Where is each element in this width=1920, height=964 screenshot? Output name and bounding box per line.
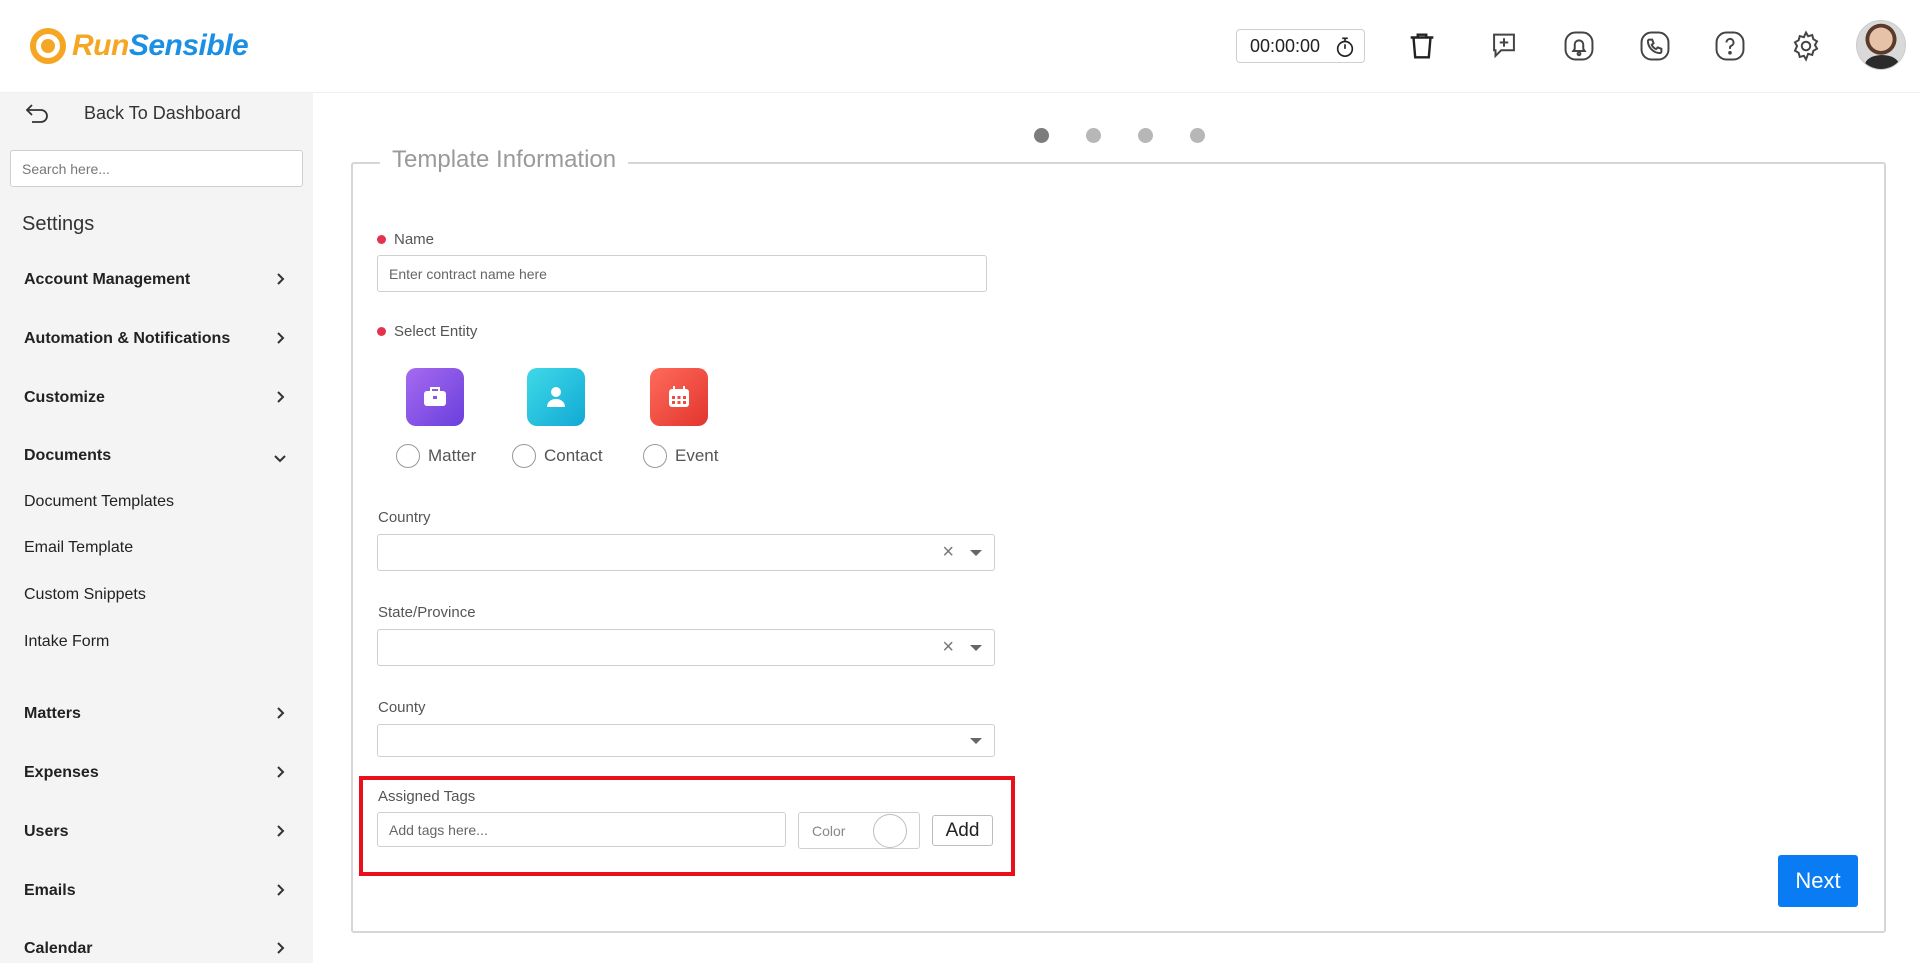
sidebar-item-label: Users xyxy=(24,823,69,840)
color-label: Color xyxy=(812,822,846,839)
chevron-right-icon xyxy=(277,391,285,403)
sidebar-item-documents[interactable]: Documents xyxy=(24,441,286,471)
event-radio[interactable] xyxy=(643,444,667,468)
sidebar-item-label: Expenses xyxy=(24,764,99,781)
select-entity-label: Select Entity xyxy=(377,323,478,340)
sidebar-item-label: Calendar xyxy=(24,940,93,957)
back-to-dashboard-label: Back To Dashboard xyxy=(84,102,241,123)
dropdown-caret-icon[interactable] xyxy=(970,738,982,744)
sidebar-item-automation-notifications[interactable]: Automation & Notifications xyxy=(24,324,285,354)
sidebar-subitem-custom-snippets[interactable]: Custom Snippets xyxy=(24,586,146,604)
matter-entity-tile[interactable] xyxy=(406,368,464,426)
state-label: State/Province xyxy=(378,604,476,621)
sidebar-item-users[interactable]: Users xyxy=(24,817,285,847)
runsensible-logo[interactable]: RunSensible xyxy=(30,28,249,64)
chevron-right-icon xyxy=(277,766,285,778)
dropdown-caret-icon[interactable] xyxy=(970,550,982,556)
person-icon xyxy=(547,387,565,407)
sidebar-item-label: Documents xyxy=(24,447,112,464)
settings-section-title: Settings xyxy=(22,213,95,235)
back-arrow-icon xyxy=(25,104,48,123)
sidebar-item-label: Customize xyxy=(24,389,105,406)
panel-legend: Template Information xyxy=(380,146,629,174)
contact-radio-label: Contact xyxy=(544,446,603,465)
gear-icon[interactable] xyxy=(1788,28,1824,64)
sidebar-item-expenses[interactable]: Expenses xyxy=(24,758,285,788)
assigned-tags-label: Assigned Tags xyxy=(378,788,476,805)
county-select[interactable] xyxy=(377,724,995,757)
sidebar-item-label: Matters xyxy=(24,705,81,722)
logo-mark-icon xyxy=(30,28,66,64)
calendar-icon xyxy=(669,386,689,407)
country-label: Country xyxy=(378,509,431,526)
chevron-right-icon xyxy=(277,884,285,896)
tag-color-picker[interactable]: Color xyxy=(798,812,920,849)
timer-display[interactable]: 00:00:00 xyxy=(1236,29,1365,63)
trash-icon[interactable] xyxy=(1404,28,1440,64)
sidebar-item-customize[interactable]: Customize xyxy=(24,383,285,413)
matter-radio-label: Matter xyxy=(428,446,477,465)
wizard-step-indicator xyxy=(1034,128,1205,143)
add-tag-button[interactable]: Add xyxy=(932,815,993,846)
required-indicator xyxy=(377,327,386,336)
chevron-right-icon xyxy=(277,707,285,719)
phone-icon[interactable] xyxy=(1637,28,1673,64)
settings-sidebar: Back To Dashboard Settings Account Manag… xyxy=(0,93,313,963)
wizard-step-dot[interactable] xyxy=(1034,128,1049,143)
sidebar-item-calendar[interactable]: Calendar xyxy=(24,934,285,964)
contact-radio[interactable] xyxy=(512,444,536,468)
sidebar-subitem-email-template[interactable]: Email Template xyxy=(24,539,133,557)
event-radio-option[interactable]: Event xyxy=(643,444,718,468)
help-icon[interactable] xyxy=(1712,28,1748,64)
top-bar: RunSensible 00:00:00 xyxy=(0,0,1920,93)
name-input[interactable] xyxy=(377,255,987,292)
sidebar-item-label: Emails xyxy=(24,882,76,899)
matter-radio[interactable] xyxy=(396,444,420,468)
bell-icon[interactable] xyxy=(1561,28,1597,64)
event-entity-tile[interactable] xyxy=(650,368,708,426)
color-swatch[interactable] xyxy=(873,814,907,848)
contact-radio-option[interactable]: Contact xyxy=(512,444,603,468)
chevron-right-icon xyxy=(277,332,285,344)
wizard-step-dot[interactable] xyxy=(1086,128,1101,143)
sidebar-item-label: Automation & Notifications xyxy=(24,330,231,347)
chevron-right-icon xyxy=(277,942,285,954)
next-button[interactable]: Next xyxy=(1778,855,1858,907)
dropdown-caret-icon[interactable] xyxy=(970,645,982,651)
country-select[interactable]: × xyxy=(377,534,995,571)
county-label: County xyxy=(378,699,426,716)
sidebar-item-matters[interactable]: Matters xyxy=(24,699,285,729)
sidebar-subitem-document-templates[interactable]: Document Templates xyxy=(24,493,174,511)
sidebar-item-account-management[interactable]: Account Management xyxy=(24,265,285,295)
chevron-down-icon xyxy=(274,455,286,463)
back-to-dashboard-link[interactable]: Back To Dashboard xyxy=(24,97,241,129)
sidebar-search-input[interactable] xyxy=(10,150,303,187)
clear-icon[interactable]: × xyxy=(942,637,954,657)
name-label-text: Name xyxy=(394,231,435,248)
event-radio-label: Event xyxy=(675,446,719,465)
sidebar-subitem-intake-form[interactable]: Intake Form xyxy=(24,633,109,651)
clear-icon[interactable]: × xyxy=(942,542,954,562)
stopwatch-icon[interactable] xyxy=(1334,36,1356,58)
timer-value: 00:00:00 xyxy=(1250,35,1321,56)
add-task-icon[interactable] xyxy=(1486,28,1522,64)
required-indicator xyxy=(377,235,386,244)
name-label: Name xyxy=(377,231,435,248)
sidebar-item-emails[interactable]: Emails xyxy=(24,876,285,906)
sidebar-item-label: Account Management xyxy=(24,271,191,288)
tags-input[interactable] xyxy=(377,812,786,847)
briefcase-icon xyxy=(424,387,446,406)
user-avatar[interactable] xyxy=(1856,20,1906,70)
matter-radio-option[interactable]: Matter xyxy=(396,444,476,468)
logo-text: RunSensible xyxy=(72,29,249,62)
select-entity-label-text: Select Entity xyxy=(394,323,478,340)
wizard-step-dot[interactable] xyxy=(1138,128,1153,143)
contact-entity-tile[interactable] xyxy=(527,368,585,426)
chevron-right-icon xyxy=(277,825,285,837)
wizard-step-dot[interactable] xyxy=(1190,128,1205,143)
chevron-right-icon xyxy=(277,273,285,285)
state-select[interactable]: × xyxy=(377,629,995,666)
